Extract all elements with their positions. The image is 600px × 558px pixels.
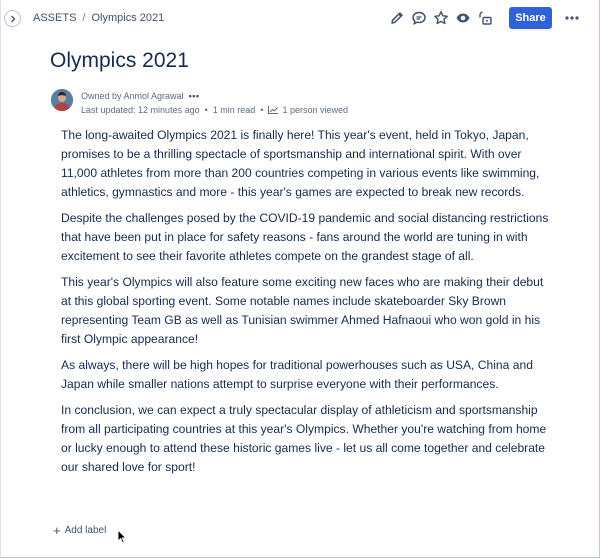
eye-icon: [456, 13, 470, 23]
breadcrumb: ASSETS / Olympics 2021: [33, 12, 164, 24]
edit-button[interactable]: [386, 7, 408, 29]
owner-name[interactable]: Owned by Anmol Agrawal: [81, 89, 184, 103]
star-icon: [434, 11, 448, 25]
breadcrumb-separator: /: [82, 12, 86, 24]
avatar[interactable]: [51, 89, 73, 111]
content-paragraph: The long-awaited Olympics 2021 is finall…: [61, 128, 540, 199]
restrictions-button[interactable]: [474, 7, 496, 29]
byline-meta-row: Last updated: 12 minutes ago • 1 min rea…: [81, 103, 348, 117]
content-paragraph: This year's Olympics will also feature s…: [61, 275, 544, 346]
byline-text: Owned by Anmol Agrawal ••• Last updated:…: [81, 89, 348, 117]
more-icon: [565, 16, 579, 20]
add-label-button[interactable]: + Add label: [53, 522, 107, 538]
byline-owner-row: Owned by Anmol Agrawal •••: [81, 89, 348, 103]
viewers-count[interactable]: 1 person viewed: [282, 103, 348, 117]
plus-icon: +: [53, 522, 61, 538]
content-paragraph: In conclusion, we can expect a truly spe…: [61, 403, 547, 474]
content-paragraph: Despite the challenges posed by the COVI…: [61, 211, 549, 263]
page-content: The long-awaited Olympics 2021 is finall…: [61, 126, 551, 484]
add-label-text: Add label: [64, 525, 107, 536]
page-title: Olympics 2021: [50, 49, 189, 72]
meta-separator: •: [260, 105, 264, 115]
edit-icon: [391, 12, 403, 24]
chevron-right-icon: [10, 15, 15, 22]
comment-icon: [412, 11, 426, 25]
read-time: 1 min read: [212, 105, 256, 115]
star-button[interactable]: [430, 7, 452, 29]
analytics-icon: [268, 106, 279, 114]
breadcrumb-space-link[interactable]: ASSETS: [33, 12, 76, 24]
byline-more-button[interactable]: •••: [189, 89, 200, 103]
page-toolbar: Share: [386, 7, 582, 29]
share-button[interactable]: Share: [509, 7, 552, 29]
expand-sidebar-button[interactable]: [4, 10, 21, 27]
comment-button[interactable]: [408, 7, 430, 29]
content-paragraph: As always, there will be high hopes for …: [61, 358, 533, 391]
watch-button[interactable]: [452, 7, 474, 29]
last-updated: Last updated: 12 minutes ago: [81, 105, 200, 115]
breadcrumb-page-link[interactable]: Olympics 2021: [91, 12, 164, 24]
meta-separator: •: [204, 105, 208, 115]
mouse-cursor-icon: [117, 529, 127, 544]
unlock-icon: [479, 11, 492, 25]
page-byline: Owned by Anmol Agrawal ••• Last updated:…: [51, 89, 348, 117]
user-avatar-icon: [51, 89, 73, 111]
more-actions-button[interactable]: [562, 7, 582, 29]
